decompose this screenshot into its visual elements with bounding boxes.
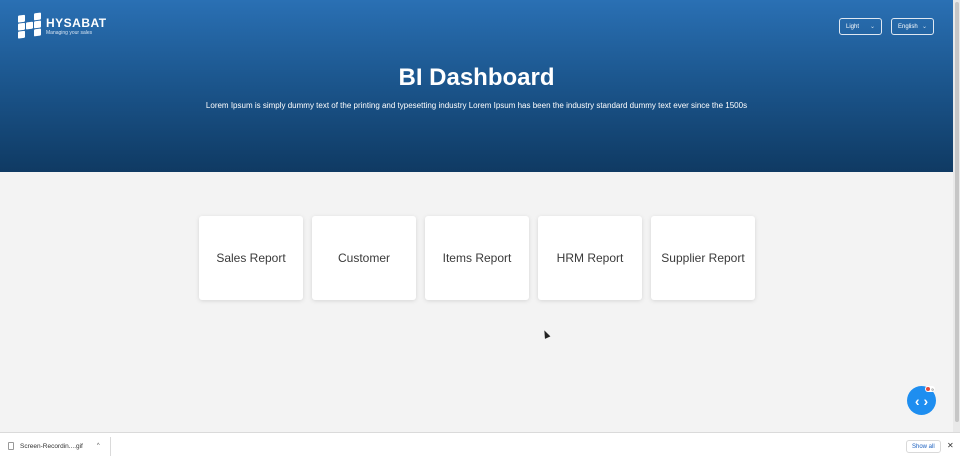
brand-logo[interactable]: HYSABAT Managing your sales xyxy=(18,12,107,39)
items-report-card[interactable]: Items Report xyxy=(425,216,529,300)
card-label: Customer xyxy=(337,251,390,265)
language-select[interactable]: English ⌄ xyxy=(891,18,934,35)
file-icon xyxy=(8,442,14,450)
chevron-down-icon: ⌄ xyxy=(921,24,927,30)
page-subtitle: Lorem Ipsum is simply dummy text of the … xyxy=(205,101,748,110)
customer-card[interactable]: Customer xyxy=(312,216,416,300)
brand-tagline: Managing your sales xyxy=(46,29,93,36)
mouse-cursor-icon xyxy=(541,329,551,339)
chevron-down-icon: ⌄ xyxy=(869,24,875,30)
supplier-report-card[interactable]: Supplier Report xyxy=(651,216,755,300)
notification-badge: 9 xyxy=(925,386,935,392)
fab-glyph: ‹ › xyxy=(914,392,929,409)
badge-count: 9 xyxy=(931,386,934,392)
download-bar: Screen-Recordin....gif ^ Show all ✕ xyxy=(0,432,960,459)
chevron-up-icon[interactable]: ^ xyxy=(97,443,100,449)
download-item[interactable]: Screen-Recordin....gif ^ xyxy=(8,439,100,453)
card-label: Sales Report xyxy=(216,251,286,265)
badge-dot xyxy=(926,387,931,391)
scrollbar-thumb[interactable] xyxy=(955,2,959,422)
logo-icon xyxy=(18,12,42,39)
card-label: HRM Report xyxy=(556,251,624,265)
hrm-report-card[interactable]: HRM Report xyxy=(538,216,642,300)
theme-select-value: Light xyxy=(846,23,860,30)
page-title: BI Dashboard xyxy=(398,64,555,91)
sales-report-card[interactable]: Sales Report xyxy=(199,216,303,300)
report-cards: Sales Report Customer Items Report HRM R… xyxy=(199,216,755,300)
brand-name: HYSABAT xyxy=(46,15,107,30)
theme-select[interactable]: Light ⌄ xyxy=(839,18,882,35)
download-file-name: Screen-Recordin....gif xyxy=(20,442,83,450)
card-label: Items Report xyxy=(442,251,512,265)
divider xyxy=(110,437,111,456)
hero-banner: HYSABAT Managing your sales Light ⌄ Engl… xyxy=(0,0,953,172)
card-label: Supplier Report xyxy=(661,251,745,265)
language-select-value: English xyxy=(898,23,918,30)
close-icon[interactable]: ✕ xyxy=(947,441,954,450)
show-all-button[interactable]: Show all xyxy=(906,440,941,453)
